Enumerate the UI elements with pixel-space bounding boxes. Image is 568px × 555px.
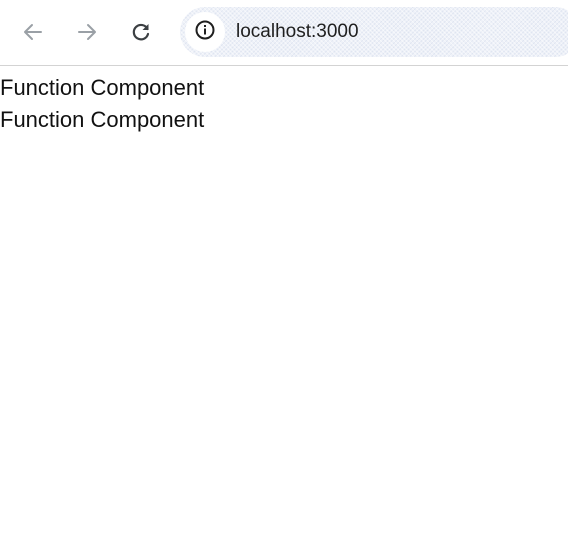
reload-button[interactable] (123, 14, 159, 50)
page-content: Function Component Function Component (0, 72, 568, 136)
url-text[interactable]: localhost:3000 (236, 20, 359, 44)
browser-toolbar: localhost:3000 (0, 0, 568, 66)
arrow-left-icon (21, 20, 45, 44)
address-bar[interactable]: localhost:3000 (180, 7, 568, 57)
back-button[interactable] (15, 14, 51, 50)
arrow-right-icon (75, 20, 99, 44)
info-circle-icon (194, 19, 216, 46)
function-component-text: Function Component (0, 107, 205, 132)
function-component-text: Function Component (0, 75, 205, 100)
site-info-button[interactable] (185, 12, 225, 52)
forward-button[interactable] (69, 14, 105, 50)
reload-icon (129, 20, 153, 44)
